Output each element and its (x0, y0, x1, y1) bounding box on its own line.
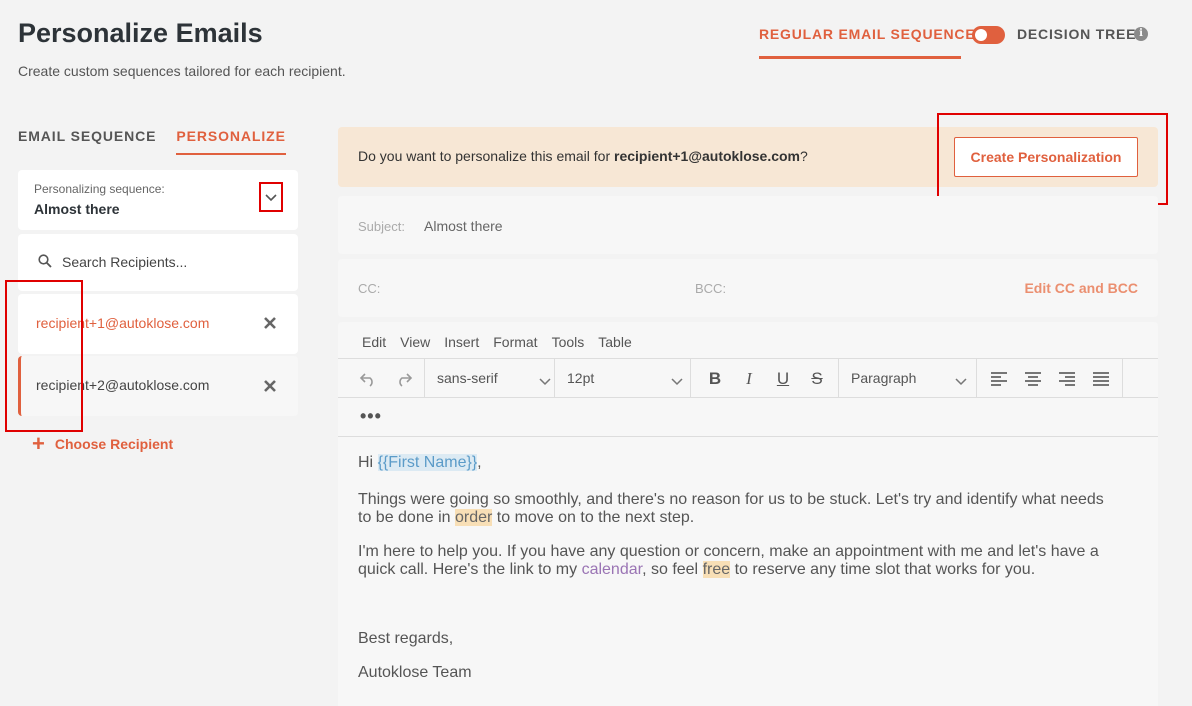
search-icon (38, 254, 52, 273)
subject-value: Almost there (424, 218, 503, 234)
email-editor: Edit View Insert Format Tools Table sans… (338, 322, 1158, 706)
chevron-down-icon (671, 373, 683, 391)
cc-label: CC: (358, 281, 381, 296)
sequence-label: Personalizing sequence: (34, 182, 165, 196)
calendar-link[interactable]: calendar (582, 561, 643, 578)
sequence-value: Almost there (34, 201, 120, 217)
text-style-group: B I U S (691, 359, 839, 398)
choose-recipient-label: Choose Recipient (54, 436, 174, 452)
chevron-down-icon (539, 373, 551, 391)
highlighted-word: order (454, 509, 493, 526)
prompt-text-after: ? (800, 148, 808, 164)
edit-cc-bcc-link[interactable]: Edit CC and BCC (1024, 280, 1138, 296)
body-paragraph-1: Things were going so smoothly, and there… (358, 491, 1118, 527)
search-input[interactable] (62, 250, 282, 274)
bold-icon[interactable]: B (705, 369, 725, 389)
redo-icon[interactable] (394, 369, 414, 389)
editor-toolbar: sans-serif 12pt B I U S Paragraph (338, 358, 1158, 398)
subject-label: Subject: (358, 219, 405, 234)
chevron-down-icon (955, 373, 967, 391)
font-family-select[interactable]: sans-serif (425, 359, 555, 398)
mode-toggle: REGULAR EMAIL SEQUENCE DECISION TREE i (759, 25, 1148, 59)
plus-icon: + (32, 431, 45, 456)
signature-line: Autoklose Team (358, 664, 472, 681)
font-size-value: 12pt (567, 370, 595, 386)
info-icon[interactable]: i (1134, 27, 1148, 41)
p2-text-b: , so feel (642, 561, 703, 578)
sequence-selector[interactable]: Personalizing sequence: Almost there (18, 170, 298, 230)
prompt-text: Do you want to personalize this email fo… (358, 148, 808, 164)
signoff-line: Best regards, (358, 630, 454, 647)
highlight-box (937, 113, 1168, 205)
underline-icon[interactable]: U (773, 369, 793, 389)
menu-format[interactable]: Format (493, 334, 537, 350)
strikethrough-icon[interactable]: S (807, 369, 827, 389)
close-icon[interactable] (263, 316, 277, 330)
decision-tree-tab[interactable]: DECISION TREE (1017, 25, 1136, 43)
greeting-suffix: , (477, 454, 482, 471)
align-left-icon[interactable] (989, 369, 1009, 389)
more-icon[interactable]: ••• (360, 406, 382, 427)
prompt-email: recipient+1@autoklose.com (614, 148, 801, 164)
bcc-label: BCC: (695, 281, 727, 296)
align-justify-icon[interactable] (1091, 369, 1111, 389)
left-tabs: EMAIL SEQUENCE PERSONALIZE (18, 128, 286, 155)
font-size-select[interactable]: 12pt (555, 359, 691, 398)
p2-text-c: to reserve any time slot that works for … (730, 561, 1036, 578)
font-family-value: sans-serif (437, 370, 498, 386)
undo-icon[interactable] (358, 369, 378, 389)
cc-bcc-row: CC: BCC: Edit CC and BCC (338, 259, 1158, 317)
editor-menubar: Edit View Insert Format Tools Table (362, 334, 632, 350)
page-title: Personalize Emails (18, 18, 263, 48)
regular-email-sequence-tab[interactable]: REGULAR EMAIL SEQUENCE (759, 25, 975, 59)
toolbar-overflow-row: ••• (338, 398, 1158, 437)
block-format-select[interactable]: Paragraph (839, 359, 977, 398)
prompt-text-before: Do you want to personalize this email fo… (358, 148, 615, 164)
greeting-line: Hi {{First Name}}, (358, 454, 1118, 472)
tab-personalize[interactable]: PERSONALIZE (176, 128, 286, 155)
alignment-group (977, 359, 1123, 398)
body-paragraph-2: I'm here to help you. If you have any qu… (358, 543, 1118, 579)
tab-email-sequence[interactable]: EMAIL SEQUENCE (18, 128, 156, 155)
menu-table[interactable]: Table (598, 334, 631, 350)
page-subtitle: Create custom sequences tailored for eac… (18, 63, 346, 79)
mode-toggle-switch[interactable] (972, 26, 1005, 44)
menu-tools[interactable]: Tools (552, 334, 585, 350)
align-center-icon[interactable] (1023, 369, 1043, 389)
subject-field[interactable]: Subject: Almost there (338, 196, 1158, 254)
p1-text-b: to move on to the next step. (492, 509, 695, 526)
chevron-down-icon[interactable] (259, 182, 283, 212)
italic-icon[interactable]: I (739, 369, 759, 389)
align-right-icon[interactable] (1057, 369, 1077, 389)
history-group (338, 359, 425, 398)
choose-recipient-button[interactable]: + Choose Recipient (32, 431, 174, 456)
menu-view[interactable]: View (400, 334, 430, 350)
greeting-prefix: Hi (358, 454, 378, 471)
toggle-knob (975, 29, 987, 41)
highlighted-word: free (702, 561, 731, 578)
menu-edit[interactable]: Edit (362, 334, 386, 350)
block-format-value: Paragraph (851, 370, 917, 386)
highlight-box (5, 280, 83, 432)
menu-insert[interactable]: Insert (444, 334, 479, 350)
merge-tag-first-name[interactable]: {{First Name}} (377, 454, 478, 471)
close-icon[interactable] (263, 379, 277, 393)
